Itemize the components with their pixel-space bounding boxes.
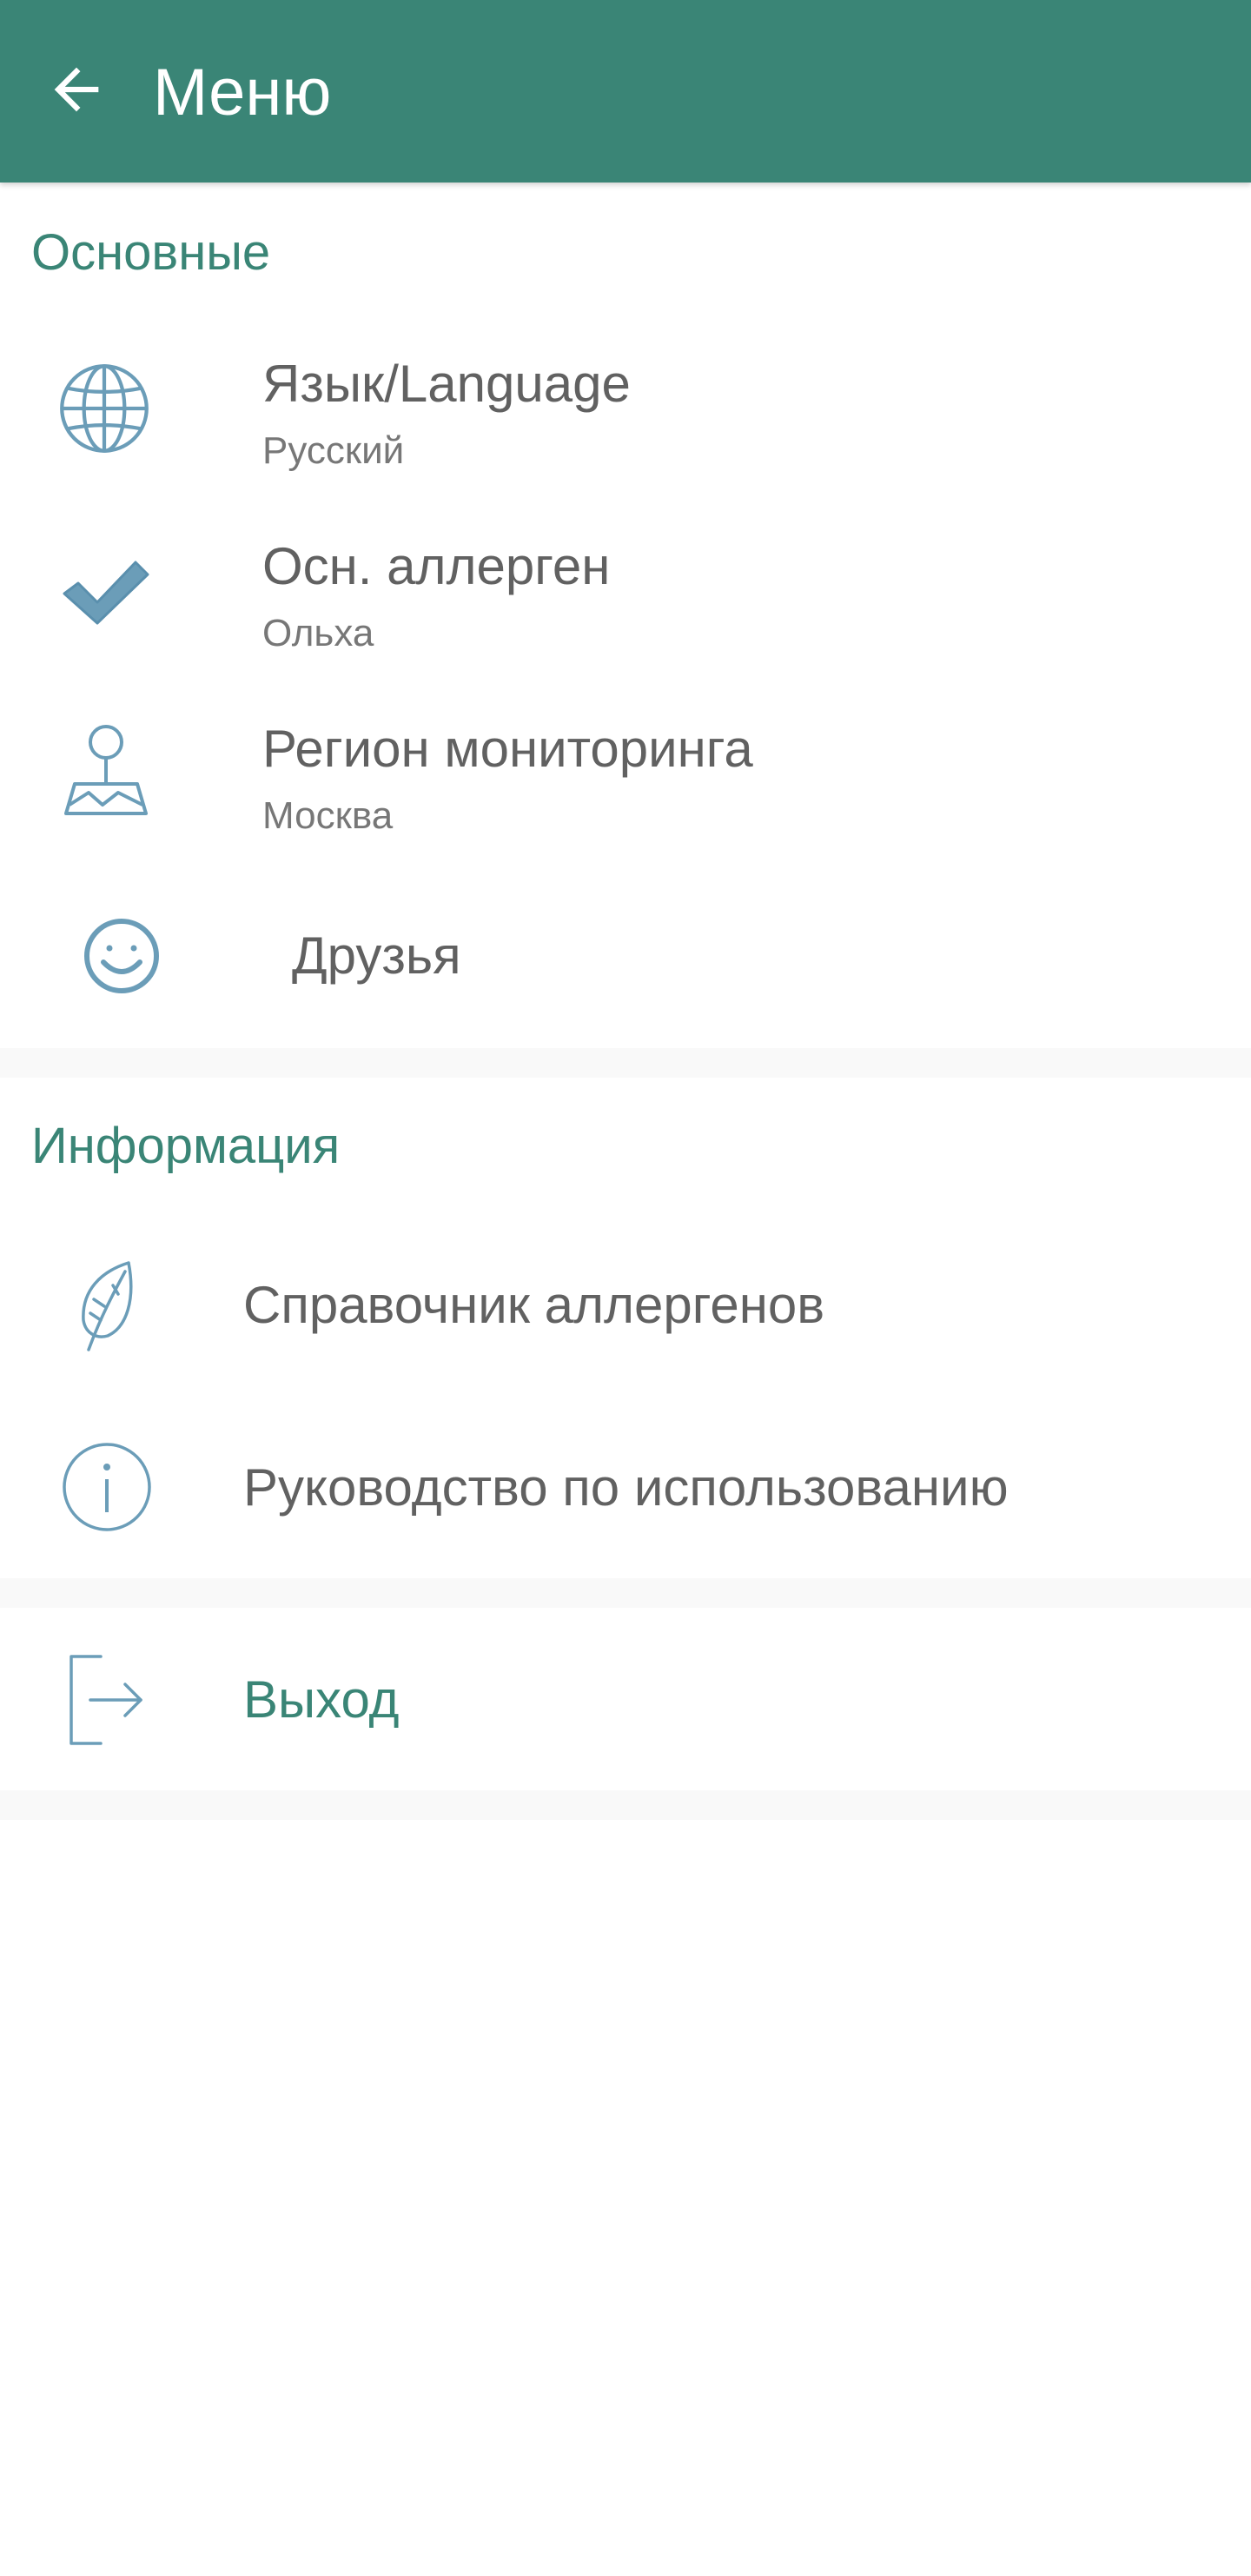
menu-item-main-allergen[interactable]: Осн. аллерген Ольха bbox=[0, 504, 1251, 678]
menu-item-monitoring-region[interactable]: Регион мониторинга Москва bbox=[0, 687, 1251, 860]
menu-item-title: Друзья bbox=[292, 926, 461, 985]
menu-item-subtitle: Русский bbox=[262, 429, 405, 472]
menu-item-title: Справочник аллергенов bbox=[243, 1276, 825, 1334]
menu-item-title: Руководство по использованию bbox=[243, 1458, 1009, 1517]
logout-icon bbox=[66, 1651, 149, 1749]
app-bar: Меню bbox=[0, 0, 1251, 183]
smiley-icon bbox=[80, 914, 163, 998]
menu-screen: Меню Основные Язык/Language Русский Осн.… bbox=[0, 0, 1251, 2576]
menu-item-language[interactable]: Язык/Language Русский bbox=[0, 322, 1251, 495]
menu-item-subtitle: Москва bbox=[262, 794, 394, 837]
checkmark-icon bbox=[57, 548, 153, 634]
page-title: Меню bbox=[153, 56, 332, 129]
menu-item-exit[interactable]: Выход bbox=[0, 1608, 1251, 1790]
section-divider bbox=[0, 1578, 1251, 1608]
section-divider bbox=[0, 1048, 1251, 1078]
section-title-main: Основные bbox=[31, 224, 271, 281]
section-title-info: Информация bbox=[31, 1118, 341, 1174]
menu-item-title: Осн. аллерген bbox=[262, 537, 611, 595]
back-button[interactable] bbox=[26, 39, 127, 140]
globe-icon bbox=[56, 360, 153, 457]
menu-item-allergen-reference[interactable]: Справочник аллергенов bbox=[0, 1217, 1251, 1396]
info-icon bbox=[59, 1439, 155, 1535]
menu-item-title: Регион мониторинга bbox=[262, 720, 753, 778]
menu-item-subtitle: Ольха bbox=[262, 612, 374, 654]
menu-item-user-guide[interactable]: Руководство по использованию bbox=[0, 1396, 1251, 1578]
menu-item-title: Язык/Language bbox=[262, 355, 631, 413]
arrow-left-icon bbox=[54, 67, 99, 112]
menu-item-friends[interactable]: Друзья bbox=[0, 869, 1251, 1043]
menu-item-title: Выход bbox=[243, 1670, 400, 1729]
leaf-icon bbox=[73, 1258, 142, 1354]
section-divider bbox=[0, 1790, 1251, 1820]
map-pin-icon bbox=[61, 721, 151, 822]
